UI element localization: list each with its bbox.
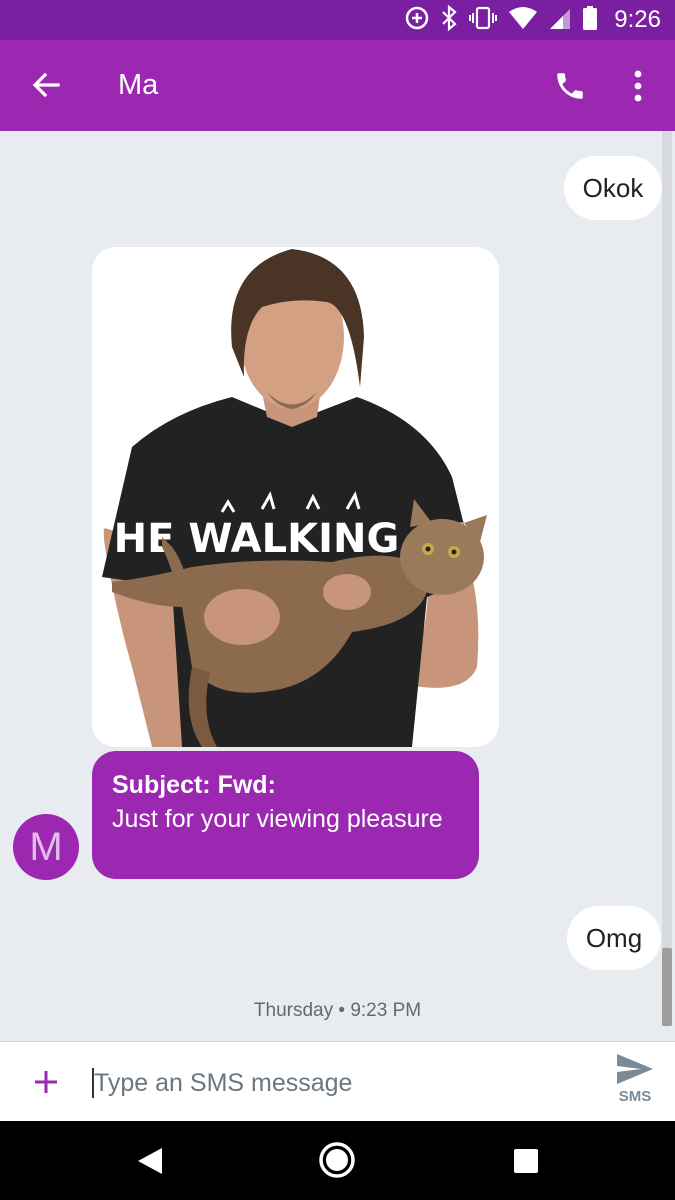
cell-signal-icon bbox=[548, 6, 572, 35]
nav-home-button[interactable] bbox=[316, 1139, 358, 1181]
scroll-track bbox=[662, 131, 672, 1026]
back-button[interactable] bbox=[26, 65, 66, 105]
more-options-button[interactable] bbox=[620, 64, 656, 108]
message-text: Just for your viewing pleasure bbox=[112, 805, 443, 833]
avatar-letter: M bbox=[29, 824, 63, 869]
send-icon bbox=[617, 1054, 653, 1084]
contact-name: Ma bbox=[118, 69, 159, 101]
nav-back-icon bbox=[138, 1148, 162, 1174]
outgoing-message[interactable]: Omg bbox=[567, 906, 661, 970]
walking-cat-photo: THE WALKING CAT bbox=[92, 247, 499, 747]
wifi-icon bbox=[508, 6, 538, 35]
incoming-message[interactable]: Subject: Fwd: Just for your viewing plea… bbox=[92, 751, 479, 879]
message-timestamp: Thursday • 9:23 PM bbox=[253, 1000, 422, 1021]
send-label: SMS bbox=[618, 1088, 652, 1105]
compose-bar: SMS bbox=[0, 1041, 675, 1121]
nav-home-icon bbox=[319, 1142, 355, 1178]
message-subject: Subject: Fwd: bbox=[112, 771, 276, 799]
contact-avatar[interactable]: M bbox=[13, 814, 79, 880]
message-input[interactable] bbox=[94, 1062, 584, 1104]
status-icons: 9:26 bbox=[404, 4, 661, 36]
navigation-bar bbox=[0, 1121, 675, 1200]
nav-recents-button[interactable] bbox=[506, 1141, 546, 1181]
more-vert-icon bbox=[634, 70, 642, 102]
back-arrow-icon bbox=[32, 72, 60, 98]
app-bar: Ma bbox=[0, 40, 675, 131]
send-button[interactable]: SMS bbox=[606, 1052, 664, 1116]
phone-icon bbox=[557, 73, 583, 99]
attach-button[interactable] bbox=[24, 1060, 68, 1104]
mms-image[interactable]: THE WALKING CAT bbox=[92, 247, 499, 747]
call-button[interactable] bbox=[548, 64, 592, 108]
bluetooth-icon bbox=[440, 4, 458, 36]
status-bar: 9:26 bbox=[0, 0, 675, 40]
nav-back-button[interactable] bbox=[130, 1141, 170, 1181]
data-saver-icon bbox=[404, 5, 430, 36]
vibrate-icon bbox=[468, 5, 498, 36]
message-text: Omg bbox=[585, 922, 643, 953]
add-icon bbox=[35, 1071, 57, 1093]
status-time: 9:26 bbox=[614, 6, 661, 33]
message-text: Okok bbox=[582, 172, 644, 203]
nav-recents-icon bbox=[514, 1149, 538, 1173]
conversation-list[interactable]: Okok THE WALKING CAT Subject: Fwd: Just … bbox=[0, 131, 675, 1041]
outgoing-message[interactable]: Okok bbox=[564, 156, 662, 220]
battery-icon bbox=[582, 5, 598, 36]
